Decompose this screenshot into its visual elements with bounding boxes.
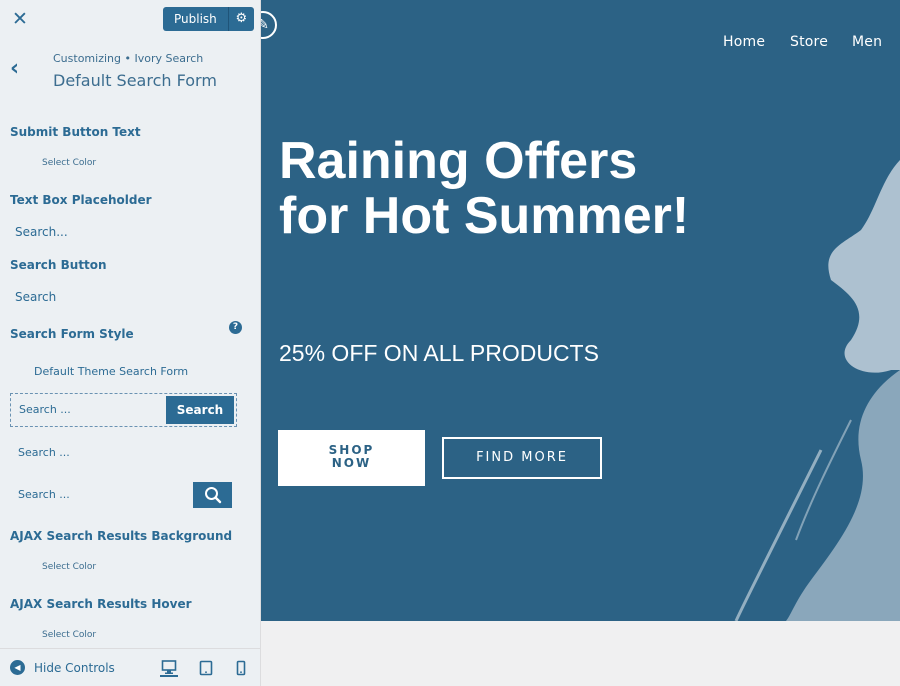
form-style-option-default[interactable]: Search ... Search	[10, 393, 237, 427]
find-more-button[interactable]: FIND MORE	[442, 437, 602, 479]
customizer-topbar: ✕ Publish ⚙	[0, 0, 261, 40]
form-style-option-plain[interactable]: Search ...	[10, 436, 237, 470]
section-title: Default Search Form	[53, 71, 217, 90]
ajax-results-background-color-picker[interactable]: Select Color	[12, 557, 102, 577]
site-preview: ✎ Home Store Men Raining Offers for Hot …	[261, 0, 900, 686]
close-customizer-button[interactable]: ✕	[8, 8, 32, 32]
publish-settings-button[interactable]: ⚙	[227, 7, 254, 31]
ajax-results-hover-color-picker[interactable]: Select Color	[12, 625, 102, 645]
section-header: ‹ Customizing • Ivory Search Default Sea…	[0, 40, 261, 104]
form-style-search-button: Search	[166, 396, 234, 424]
search-button-label: Search Button	[10, 258, 107, 272]
nav-link-home[interactable]: Home	[723, 34, 765, 50]
submit-button-text-label: Submit Button Text	[10, 125, 141, 139]
hero-subheadline: 25% OFF ON ALL PRODUCTS	[279, 340, 599, 366]
ajax-results-background-label: AJAX Search Results Background	[10, 529, 233, 543]
form-style-placeholder: Search ...	[18, 488, 70, 501]
shop-now-line-2: NOW	[331, 456, 372, 470]
nav-link-store[interactable]: Store	[790, 34, 828, 50]
publish-button[interactable]: Publish	[163, 7, 228, 31]
hero-section: ✎ Home Store Men Raining Offers for Hot …	[261, 0, 900, 621]
customizer-sidebar: ✕ Publish ⚙ ‹ Customizing • Ivory Search…	[0, 0, 261, 686]
site-logo[interactable]: ✎	[261, 11, 277, 39]
form-style-placeholder: Search ...	[18, 446, 70, 459]
text-box-placeholder-label: Text Box Placeholder	[10, 193, 152, 207]
mobile-icon	[236, 660, 246, 676]
close-icon: ✕	[12, 8, 28, 30]
desktop-icon	[161, 660, 177, 674]
back-button[interactable]: ‹	[10, 58, 30, 82]
chevron-left-icon: ‹	[10, 56, 20, 81]
shop-now-button[interactable]: SHOP NOW	[278, 430, 425, 486]
form-style-option-icon[interactable]: Search ...	[10, 478, 237, 512]
search-form-style-select[interactable]: Default Theme Search Form	[34, 365, 188, 378]
hide-controls-button[interactable]: ◀ Hide Controls	[10, 660, 115, 675]
edit-pencil-icon: ✎	[261, 17, 269, 33]
preview-desktop-button[interactable]	[160, 659, 178, 677]
hide-controls-label: Hide Controls	[34, 660, 115, 675]
collapse-icon: ◀	[10, 660, 25, 675]
hero-headline: Raining Offers for Hot Summer!	[279, 132, 690, 245]
nav-link-men[interactable]: Men	[852, 34, 882, 50]
tablet-icon	[199, 660, 213, 676]
breadcrumb: Customizing • Ivory Search	[53, 52, 204, 65]
form-style-search-icon-button	[193, 482, 232, 508]
help-icon[interactable]: ?	[229, 321, 242, 334]
hero-figure-illustration	[734, 160, 900, 621]
preview-mobile-button[interactable]	[232, 659, 250, 677]
text-box-placeholder-input[interactable]: Search...	[10, 220, 236, 244]
search-icon	[204, 487, 221, 504]
form-style-placeholder: Search ...	[19, 403, 71, 416]
submit-button-text-color-picker[interactable]: Select Color	[12, 153, 102, 173]
customizer-footer: ◀ Hide Controls	[0, 648, 261, 686]
search-form-style-label: Search Form Style	[10, 327, 134, 341]
ajax-results-hover-label: AJAX Search Results Hover	[10, 597, 192, 611]
gear-icon: ⚙	[235, 11, 248, 26]
publish-group: Publish ⚙	[163, 7, 254, 31]
search-button-input[interactable]: Search	[10, 285, 236, 309]
preview-tablet-button[interactable]	[197, 659, 215, 677]
